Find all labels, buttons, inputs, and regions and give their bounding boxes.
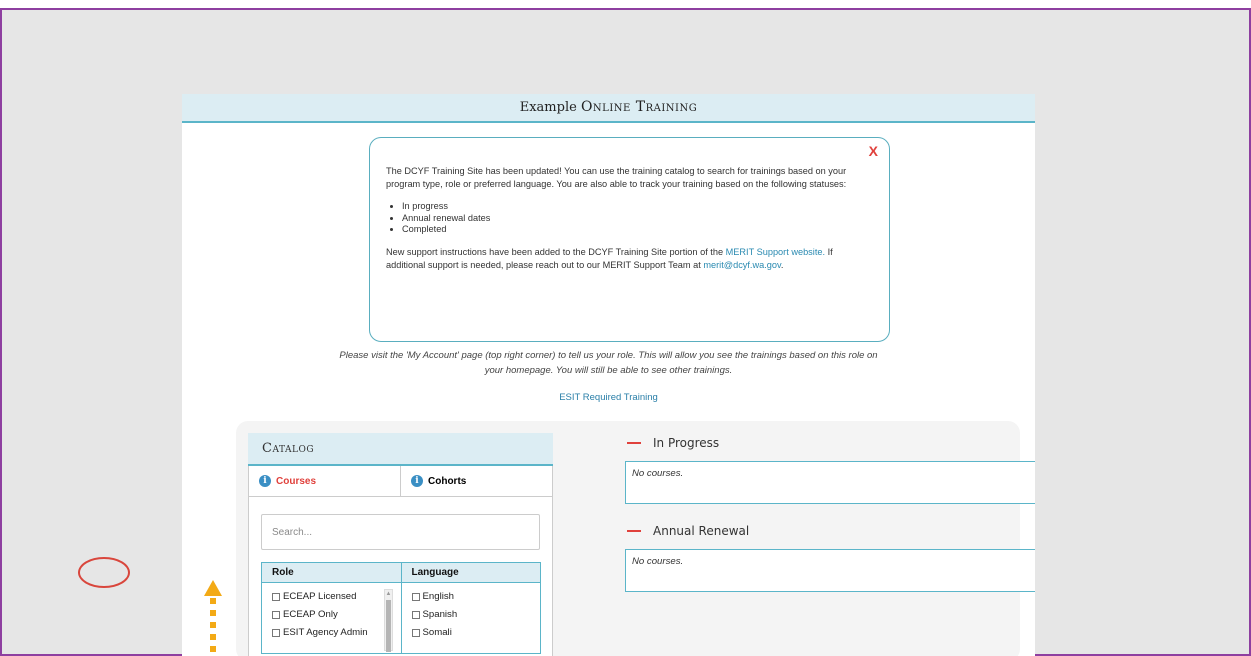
top-strip: [0, 0, 1251, 10]
checkbox[interactable]: [411, 593, 420, 601]
language-header: Language: [400, 563, 541, 582]
tab-cohorts[interactable]: i Cohorts: [400, 466, 552, 496]
annotation-arrow-stem: [210, 634, 216, 640]
update-notice: X The DCYF Training Site has been update…: [369, 137, 890, 342]
annual-renewal-label: Annual Renewal: [653, 524, 750, 538]
role-option-label: ECEAP Only: [283, 609, 338, 620]
language-option-label: English: [422, 591, 454, 602]
role-option[interactable]: ESIT Agency Admin: [272, 624, 401, 642]
status-list-item: Completed: [402, 224, 869, 236]
language-option[interactable]: English: [411, 588, 541, 606]
role-instruction: Please visit the 'My Account' page (top …: [339, 350, 878, 376]
info-icon: i: [259, 475, 271, 487]
tab-courses-label: Courses: [276, 475, 317, 487]
status-list-item: In progress: [402, 201, 869, 213]
in-progress-section: In Progress No courses.: [625, 433, 1035, 504]
role-option[interactable]: ECEAP Only: [272, 606, 401, 624]
role-option-label: ESIT Agency Admin: [283, 627, 368, 638]
checkbox[interactable]: [411, 629, 420, 637]
status-list: In progress Annual renewal dates Complet…: [402, 201, 869, 236]
in-progress-box: No courses.: [625, 461, 1035, 504]
language-option-label: Spanish: [422, 609, 458, 620]
filter-options: ECEAP Licensed ECEAP Only ESIT Agency Ad…: [262, 583, 540, 653]
role-options: ECEAP Licensed ECEAP Only ESIT Agency Ad…: [262, 583, 401, 653]
notice-paragraph: The DCYF Training Site has been updated!…: [386, 166, 847, 189]
catalog-tabs: i Courses i Cohorts: [248, 466, 553, 497]
header-title: Online Training: [580, 99, 698, 115]
training-page: Example Online Training X The DCYF Train…: [182, 94, 1035, 656]
filter-header-row: Role Language: [262, 563, 540, 583]
collapse-icon[interactable]: [627, 441, 641, 445]
catalog-body: Role Language ECEAP Licensed ECEAP Only …: [248, 497, 553, 656]
in-progress-title[interactable]: In Progress: [625, 433, 1035, 453]
language-option[interactable]: Spanish: [411, 606, 541, 624]
scroll-up-icon[interactable]: ▲: [386, 590, 392, 598]
support-email-link[interactable]: merit@dcyf.wa.gov: [703, 260, 781, 270]
annotation-arrow-icon: [204, 580, 222, 596]
annual-renewal-section: Annual Renewal No courses.: [625, 521, 1035, 592]
esit-required-training-link[interactable]: ESIT Required Training: [182, 392, 1035, 403]
email-suffix: .: [780, 259, 784, 270]
info-icon: i: [411, 475, 423, 487]
status-list-item: Annual renewal dates: [402, 213, 869, 225]
language-option[interactable]: Somali: [411, 624, 541, 642]
annotation-arrow-stem: [210, 598, 216, 604]
close-icon[interactable]: X: [869, 144, 878, 158]
catalog-panel: Catalog i Courses i Cohorts Role Languag…: [248, 433, 553, 656]
annual-renewal-title[interactable]: Annual Renewal: [625, 521, 1035, 541]
checkbox[interactable]: [272, 611, 280, 619]
language-options: English Spanish Somali: [400, 583, 541, 653]
in-progress-label: In Progress: [653, 436, 720, 450]
annotation-arrow-stem: [210, 646, 216, 652]
checkbox[interactable]: [272, 629, 280, 637]
checkbox[interactable]: [411, 611, 420, 619]
role-scrollbar[interactable]: ▲: [383, 589, 393, 652]
role-option[interactable]: ECEAP Licensed: [272, 588, 401, 606]
catalog-title: Catalog: [248, 433, 553, 466]
checkbox[interactable]: [272, 593, 280, 601]
search-input[interactable]: [261, 514, 540, 550]
merit-support-link[interactable]: MERIT Support website.: [726, 247, 825, 257]
annotation-arrow-stem: [210, 622, 216, 628]
page-header: Example Online Training: [182, 94, 1035, 123]
role-header: Role: [272, 567, 294, 578]
language-option-label: Somali: [422, 627, 452, 638]
collapse-icon[interactable]: [627, 529, 641, 533]
support-paragraph: New support instructions have been added…: [386, 246, 869, 272]
header-prefix: Example: [519, 100, 577, 115]
role-highlight-annotation: [78, 557, 130, 588]
content-panel: Catalog i Courses i Cohorts Role Languag…: [236, 421, 1035, 656]
support-text: New support instructions have been added…: [386, 246, 726, 257]
role-option-label: ECEAP Licensed: [283, 591, 357, 602]
annotation-arrow-stem: [210, 610, 216, 616]
tab-courses[interactable]: i Courses: [249, 466, 400, 496]
tab-cohorts-label: Cohorts: [428, 475, 467, 487]
filter-table: Role Language ECEAP Licensed ECEAP Only …: [261, 562, 541, 654]
annual-renewal-box: No courses.: [625, 549, 1035, 592]
scrollbar-thumb[interactable]: [385, 600, 391, 652]
